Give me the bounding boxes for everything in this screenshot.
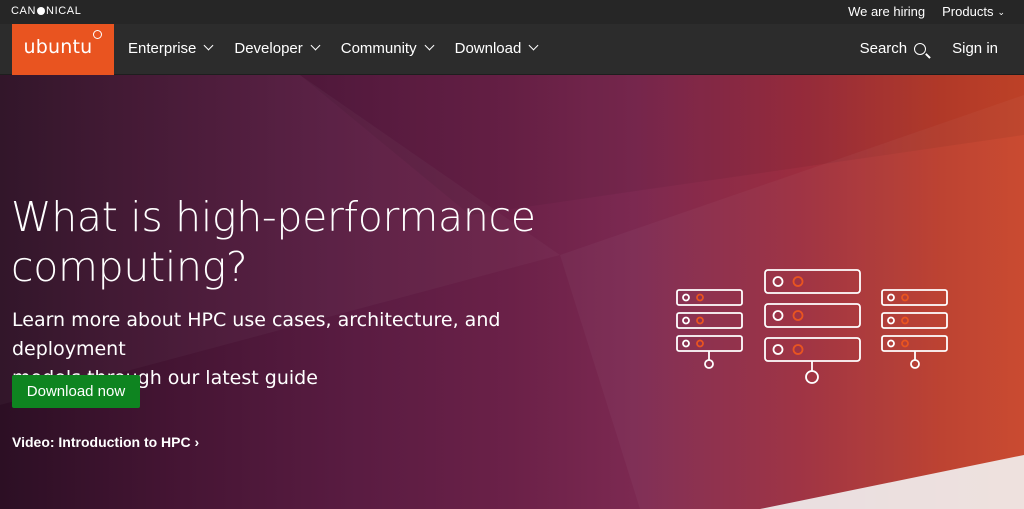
search-icon bbox=[914, 42, 927, 55]
products-menu[interactable]: Products ⌄ bbox=[942, 4, 1005, 19]
nav-item-community[interactable]: Community bbox=[340, 40, 435, 57]
canonical-logo-part1: CAN bbox=[11, 5, 37, 17]
nav-item-developer[interactable]: Developer bbox=[234, 40, 321, 57]
nav-item-download[interactable]: Download bbox=[454, 40, 539, 57]
products-menu-label: Products bbox=[942, 4, 994, 19]
nav-item-label: Download bbox=[454, 40, 522, 57]
hero-subtitle-line: Learn more about HPC use cases, architec… bbox=[12, 309, 501, 360]
server-racks-icon bbox=[676, 269, 948, 384]
chevron-down-icon bbox=[528, 40, 539, 51]
hero-title-line: computing? bbox=[11, 243, 248, 291]
canonical-logo-part2: NICAL bbox=[46, 5, 82, 17]
we-are-hiring-link[interactable]: We are hiring bbox=[848, 4, 925, 19]
chevron-down-icon: ⌄ bbox=[997, 7, 1005, 17]
video-intro-link[interactable]: Video: Introduction to HPC › bbox=[12, 434, 199, 450]
nav-item-enterprise[interactable]: Enterprise bbox=[128, 40, 214, 57]
nav-item-label: Enterprise bbox=[128, 40, 197, 57]
search-button[interactable]: Search bbox=[860, 40, 927, 57]
circle-of-friends-icon bbox=[93, 30, 103, 39]
search-label: Search bbox=[859, 40, 908, 57]
global-topbar: CAN NICAL We are hiring Products ⌄ bbox=[0, 0, 1024, 24]
hero-title-line: What is high-performance bbox=[11, 193, 536, 241]
chevron-down-icon bbox=[310, 40, 321, 51]
canonical-dot-icon bbox=[37, 7, 46, 15]
chevron-down-icon bbox=[424, 40, 435, 51]
download-now-button[interactable]: Download now bbox=[12, 375, 140, 408]
nav-item-label: Developer bbox=[234, 40, 303, 57]
hero-section: What is high-performance computing? Lear… bbox=[0, 75, 1024, 509]
sign-in-link[interactable]: Sign in bbox=[952, 40, 998, 57]
nav-item-label: Community bbox=[340, 40, 417, 57]
main-navbar: ubuntu Enterprise Developer Community Do… bbox=[0, 24, 1024, 75]
canonical-logo[interactable]: CAN NICAL bbox=[11, 5, 81, 17]
hero-title: What is high-performance computing? bbox=[11, 192, 571, 292]
ubuntu-logo[interactable]: ubuntu bbox=[12, 24, 114, 75]
chevron-down-icon bbox=[203, 40, 214, 51]
ubuntu-wordmark: ubuntu bbox=[23, 36, 93, 58]
